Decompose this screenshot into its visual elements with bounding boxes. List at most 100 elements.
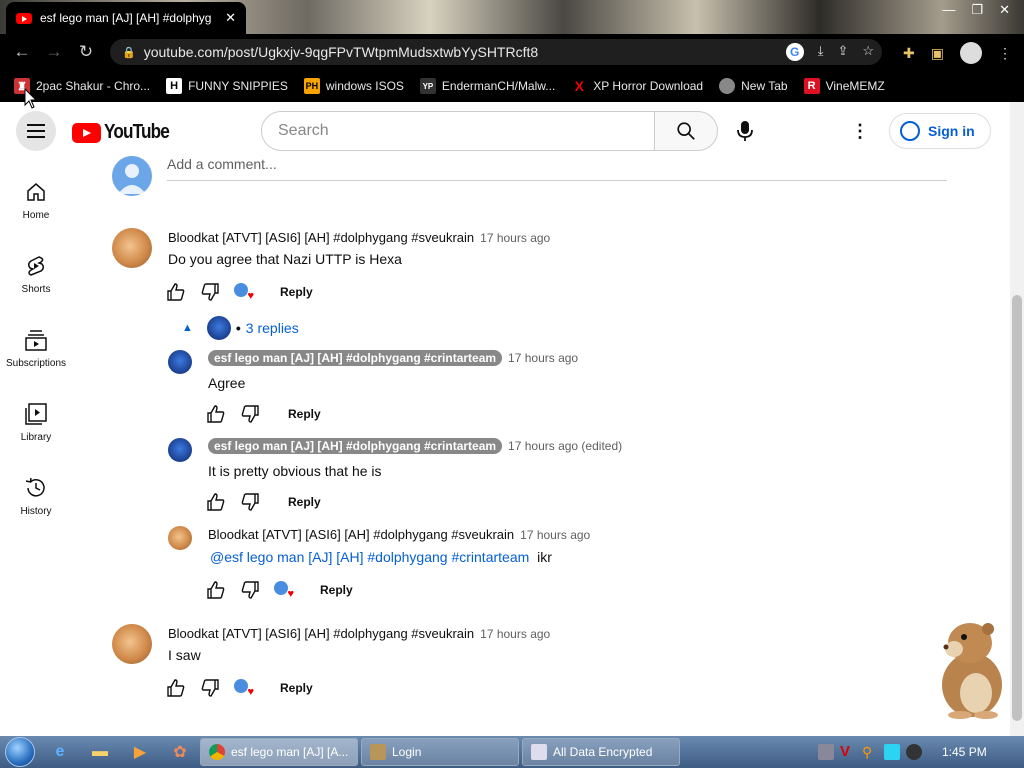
dislike-icon[interactable] bbox=[240, 492, 260, 512]
avatar[interactable] bbox=[168, 438, 192, 462]
reply-button[interactable]: Reply bbox=[274, 495, 335, 509]
folder-icon[interactable]: ▬ bbox=[80, 736, 120, 768]
mouse-cursor-icon bbox=[24, 88, 38, 109]
shorts-icon bbox=[24, 254, 48, 278]
dislike-icon[interactable] bbox=[240, 580, 260, 600]
search-button[interactable] bbox=[654, 111, 718, 151]
bookmark-label: EndermanCH/Malw... bbox=[441, 79, 556, 93]
hamster-desktop-pet-icon[interactable] bbox=[930, 615, 1010, 720]
page-scrollbar-thumb[interactable] bbox=[1012, 295, 1022, 721]
bookmark-item[interactable]: X XP Horror Download bbox=[571, 78, 704, 94]
home-icon bbox=[24, 180, 48, 204]
comment-timestamp[interactable]: 17 hours ago bbox=[480, 231, 550, 245]
reply-button[interactable]: Reply bbox=[274, 407, 335, 421]
subscriptions-icon bbox=[24, 328, 48, 352]
system-tray: V ⚲ 1:45 PM bbox=[810, 736, 1024, 768]
bookmark-item[interactable]: R VineMEMZ bbox=[803, 78, 885, 94]
comment-timestamp[interactable]: 17 hours ago bbox=[480, 627, 550, 641]
hamburger-menu-icon[interactable] bbox=[16, 111, 56, 151]
media-player-icon[interactable]: ▶ bbox=[120, 736, 160, 768]
history-icon bbox=[24, 476, 48, 500]
address-bar[interactable]: 🔒 youtube.com/post/Ugkxjv-9qgFPvTWtpmMud… bbox=[110, 39, 882, 65]
comment-header: Bloodkat [ATVT] [ASI6] [AH] #dolphygang … bbox=[168, 230, 550, 245]
like-icon[interactable] bbox=[166, 678, 186, 698]
replies-toggle[interactable]: ▲ • 3 replies bbox=[182, 316, 299, 340]
bookmarks-bar: ♜ 2pac Shakur - Chro... H FUNNY SNIPPIES… bbox=[0, 70, 1024, 102]
sidenav-item-library[interactable]: Library bbox=[0, 382, 72, 456]
comment-actions: Reply bbox=[206, 492, 335, 512]
comment-author-chip[interactable]: esf lego man [AJ] [AH] #dolphygang #crin… bbox=[208, 438, 503, 454]
reply-button[interactable]: Reply bbox=[266, 285, 327, 299]
bookmark-star-icon[interactable]: ☆ bbox=[862, 43, 874, 61]
youtube-logo[interactable]: YouTube bbox=[72, 121, 180, 144]
back-arrow-icon[interactable]: ← bbox=[6, 42, 38, 62]
paint-icon[interactable]: ✿ bbox=[160, 736, 200, 768]
bookmark-item[interactable]: New Tab bbox=[719, 78, 788, 94]
mention-link[interactable]: @esf lego man [AJ] [AH] #dolphygang #cri… bbox=[210, 549, 529, 565]
avatar[interactable] bbox=[168, 526, 192, 550]
add-comment-input[interactable]: Add a comment... bbox=[167, 156, 947, 181]
search-input[interactable]: Search bbox=[261, 111, 655, 151]
tray-monitor-icon[interactable] bbox=[884, 744, 900, 760]
minimize-icon[interactable]: — bbox=[942, 2, 955, 18]
bookmark-item[interactable]: YP EndermanCH/Malw... bbox=[419, 78, 556, 94]
taskbar-clock[interactable]: 1:45 PM bbox=[942, 745, 987, 759]
reply-button[interactable]: Reply bbox=[266, 681, 327, 695]
current-user-avatar bbox=[112, 156, 152, 196]
comment-timestamp[interactable]: 17 hours ago bbox=[520, 528, 590, 542]
extensions-icon[interactable]: ✚ bbox=[903, 45, 915, 62]
replies-count: 3 replies bbox=[245, 320, 299, 336]
like-icon[interactable] bbox=[166, 282, 186, 302]
sidenav-label: Shorts bbox=[21, 284, 51, 295]
forward-arrow-icon[interactable]: → bbox=[38, 42, 70, 62]
sidenav-item-history[interactable]: History bbox=[0, 456, 72, 530]
install-icon[interactable]: ⤓ bbox=[818, 43, 824, 61]
sign-in-button[interactable]: Sign in bbox=[889, 113, 991, 149]
tab-close-icon[interactable]: ✕ bbox=[225, 10, 236, 26]
tray-v-icon[interactable]: V bbox=[840, 744, 856, 760]
share-icon[interactable]: ⇪ bbox=[837, 43, 848, 61]
comment-author[interactable]: Bloodkat [ATVT] [ASI6] [AH] #dolphygang … bbox=[168, 230, 474, 245]
comment-author[interactable]: Bloodkat [ATVT] [ASI6] [AH] #dolphygang … bbox=[168, 626, 474, 641]
bookmark-item[interactable]: PH windows ISOS bbox=[303, 78, 404, 94]
like-icon[interactable] bbox=[206, 580, 226, 600]
close-window-icon[interactable]: ✕ bbox=[999, 2, 1010, 18]
comment-author[interactable]: Bloodkat [ATVT] [ASI6] [AH] #dolphygang … bbox=[208, 527, 514, 542]
microphone-icon[interactable] bbox=[725, 111, 765, 151]
window-app-icon bbox=[531, 744, 547, 760]
comment-timestamp[interactable]: 17 hours ago bbox=[508, 351, 578, 365]
tab-title: esf lego man [AJ] [AH] #dolphyg bbox=[40, 11, 212, 25]
browser-tab-active[interactable]: esf lego man [AJ] [AH] #dolphyg ✕ bbox=[6, 2, 246, 34]
taskbar-window-login[interactable]: Login bbox=[361, 738, 519, 766]
reload-icon[interactable]: ↻ bbox=[70, 42, 102, 62]
profile-avatar-icon[interactable] bbox=[960, 42, 982, 64]
browser-menu-icon[interactable]: ⋮ bbox=[998, 45, 1012, 62]
dislike-icon[interactable] bbox=[200, 678, 220, 698]
comment-timestamp[interactable]: 17 hours ago (edited) bbox=[508, 439, 622, 453]
bookmark-item[interactable]: H FUNNY SNIPPIES bbox=[166, 78, 288, 94]
side-panel-icon[interactable]: ▣ bbox=[931, 45, 944, 62]
google-icon[interactable]: G bbox=[785, 43, 804, 61]
tray-app-icon[interactable] bbox=[818, 744, 834, 760]
comment-author-chip[interactable]: esf lego man [AJ] [AH] #dolphygang #crin… bbox=[208, 350, 503, 366]
maximize-icon[interactable]: ❐ bbox=[971, 2, 983, 18]
comment-text: Do you agree that Nazi UTTP is Hexa bbox=[168, 251, 402, 267]
internet-explorer-icon[interactable]: e bbox=[40, 736, 80, 768]
more-options-icon[interactable]: ⋮ bbox=[850, 119, 870, 143]
sidenav-item-shorts[interactable]: Shorts bbox=[0, 234, 72, 308]
avatar[interactable] bbox=[168, 350, 192, 374]
tray-volume-icon[interactable] bbox=[906, 744, 922, 760]
dislike-icon[interactable] bbox=[240, 404, 260, 424]
like-icon[interactable] bbox=[206, 492, 226, 512]
reply-button[interactable]: Reply bbox=[306, 583, 367, 597]
dislike-icon[interactable] bbox=[200, 282, 220, 302]
start-button[interactable] bbox=[0, 736, 40, 768]
sidenav-item-subscriptions[interactable]: Subscriptions bbox=[0, 308, 72, 382]
avatar[interactable] bbox=[112, 624, 152, 664]
tray-search-icon[interactable]: ⚲ bbox=[862, 744, 878, 760]
like-icon[interactable] bbox=[206, 404, 226, 424]
taskbar-window-encrypted[interactable]: All Data Encrypted bbox=[522, 738, 680, 766]
avatar[interactable] bbox=[112, 228, 152, 268]
taskbar-window-chrome[interactable]: esf lego man [AJ] [A... bbox=[200, 738, 358, 766]
sidenav-item-home[interactable]: Home bbox=[0, 160, 72, 234]
